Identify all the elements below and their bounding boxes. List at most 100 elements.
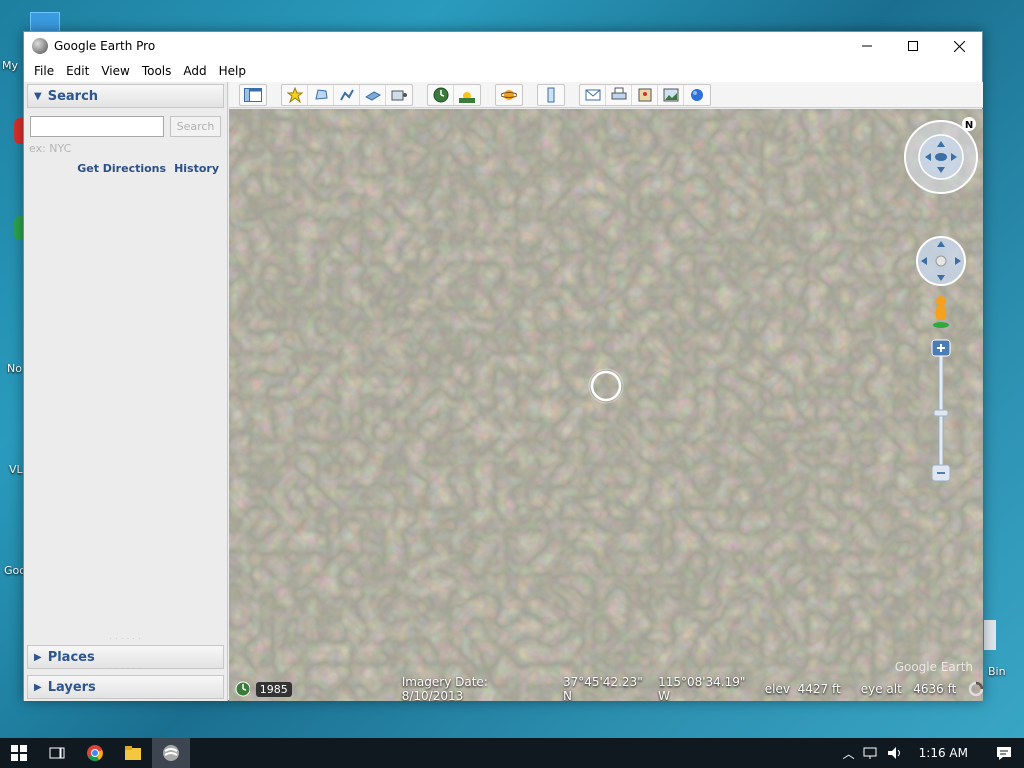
menu-add[interactable]: Add	[177, 64, 212, 78]
close-button[interactable]	[936, 32, 982, 60]
map-viewport[interactable]: N Google Earth 1985 Imagery Date: 8/10/2…	[229, 109, 983, 701]
path-icon	[339, 89, 354, 100]
envelope-icon	[585, 89, 600, 100]
add-polygon-button[interactable]	[308, 84, 334, 105]
streaming-progress-icon	[969, 681, 983, 697]
maximize-icon	[908, 41, 918, 51]
sidebar: ▼ Search Search ex: NYC Get Directions H…	[24, 82, 228, 701]
maximize-button[interactable]	[890, 32, 936, 60]
menu-tools[interactable]: Tools	[136, 64, 178, 78]
search-hint: ex: NYC	[29, 142, 72, 155]
toolbar-group	[239, 83, 267, 106]
start-button[interactable]	[0, 738, 38, 768]
save-image-icon	[663, 88, 678, 101]
menu-view[interactable]: View	[95, 64, 135, 78]
status-bar: 1985 Imagery Date: 8/10/2013 37°45'42.23…	[229, 675, 983, 701]
network-icon[interactable]	[863, 746, 879, 760]
taskbar-google-earth[interactable]	[152, 738, 190, 768]
menu-edit[interactable]: Edit	[60, 64, 95, 78]
minimize-button[interactable]	[844, 32, 890, 60]
title-bar[interactable]: Google Earth Pro	[24, 32, 982, 60]
collapse-triangle-icon: ▼	[34, 90, 42, 102]
move-joystick[interactable]	[915, 235, 967, 287]
globe-icon	[691, 88, 703, 101]
sidebar-icon	[244, 87, 262, 102]
toolbar-group	[427, 83, 481, 106]
toolbar-group	[281, 83, 413, 106]
resize-grip[interactable]: · · · · · ·	[24, 637, 227, 643]
pushpin-icon	[286, 86, 303, 103]
clock-time[interactable]: 1:16 AM	[919, 746, 968, 760]
ruler-button[interactable]	[538, 85, 564, 105]
notifications-icon[interactable]	[996, 745, 1012, 761]
menu-file[interactable]: File	[28, 64, 60, 78]
task-view-button[interactable]	[38, 738, 76, 768]
taskbar-chrome[interactable]	[76, 738, 114, 768]
places-panel-title: Places	[47, 649, 95, 665]
show-hidden-icons-chevron-icon[interactable]: ︿	[843, 745, 855, 762]
desktop-icon-label[interactable]: VL	[9, 463, 23, 476]
terrain-imagery	[229, 109, 983, 701]
taskbar-file-explorer[interactable]	[114, 738, 152, 768]
search-links: Get Directions History	[24, 155, 227, 175]
minimize-icon	[862, 45, 872, 47]
print-button[interactable]	[606, 84, 632, 105]
toolbar-group	[537, 83, 565, 106]
email-button[interactable]	[580, 84, 606, 105]
add-placemark-button[interactable]	[282, 84, 308, 105]
add-path-button[interactable]	[334, 84, 360, 105]
menu-help[interactable]: Help	[213, 64, 252, 78]
add-overlay-button[interactable]	[360, 84, 386, 105]
printer-icon	[611, 87, 626, 99]
clock-icon	[433, 87, 448, 102]
toolbar	[229, 82, 983, 108]
window-title: Google Earth Pro	[54, 39, 156, 53]
search-input[interactable]	[30, 116, 164, 137]
save-image-button[interactable]	[658, 84, 684, 105]
sun-icon	[459, 91, 475, 103]
historical-imagery-button[interactable]	[428, 84, 454, 105]
get-directions-link[interactable]: Get Directions	[77, 162, 166, 175]
toggle-sidebar-button[interactable]	[240, 85, 266, 105]
chrome-icon	[87, 745, 103, 762]
imagery-year-badge[interactable]: 1985	[255, 681, 292, 697]
google-earth-window: Google Earth Pro File Edit View Tools Ad…	[23, 31, 983, 701]
record-tour-icon	[391, 90, 407, 100]
sunlight-button[interactable]	[454, 85, 480, 105]
desktop-icon-label[interactable]: My	[2, 59, 18, 72]
recycle-bin-label[interactable]: Bin	[988, 665, 1006, 678]
taskbar: ︿ 1:16 AM	[0, 738, 1024, 768]
expand-triangle-icon: ▶	[34, 651, 42, 663]
street-view-pegman-icon[interactable]	[931, 295, 951, 329]
planet-icon	[501, 89, 517, 100]
volume-icon[interactable]	[887, 746, 903, 760]
google-earth-icon	[163, 745, 179, 761]
layers-panel-header[interactable]: ▶ Layers	[27, 675, 224, 699]
eye-altitude: eye alt 4636 ft	[860, 682, 957, 696]
movie-maker-button[interactable]	[684, 85, 710, 105]
record-tour-button[interactable]	[386, 85, 412, 105]
search-button[interactable]: Search	[170, 116, 221, 137]
layers-panel: · · · · · · ▶ Layers	[24, 667, 227, 701]
desktop-icon-label[interactable]: No	[7, 362, 22, 375]
history-link[interactable]: History	[174, 162, 219, 175]
latitude: 37°45'42.23" N	[563, 675, 643, 701]
google-earth-watermark: Google Earth	[894, 660, 973, 674]
view-in-maps-button[interactable]	[632, 84, 658, 105]
system-tray: ︿ 1:16 AM	[843, 738, 1024, 768]
close-icon	[953, 40, 965, 52]
historical-imagery-clock-icon[interactable]	[235, 681, 250, 697]
image-overlay-icon	[364, 90, 381, 101]
zoom-slider[interactable]	[929, 337, 953, 489]
search-panel-header[interactable]: ▼ Search	[27, 84, 224, 108]
folder-icon	[125, 746, 141, 760]
switch-planet-button[interactable]	[496, 85, 522, 105]
window-controls	[844, 32, 982, 60]
windows-logo-icon	[11, 745, 27, 761]
recycle-bin-icon[interactable]	[984, 620, 996, 650]
resize-grip[interactable]: · · · · · ·	[24, 667, 227, 673]
search-row: Search	[24, 110, 227, 137]
longitude: 115°08'34.19" W	[658, 675, 746, 701]
center-crosshair-icon	[588, 368, 624, 404]
look-joystick[interactable]: N	[901, 117, 981, 197]
